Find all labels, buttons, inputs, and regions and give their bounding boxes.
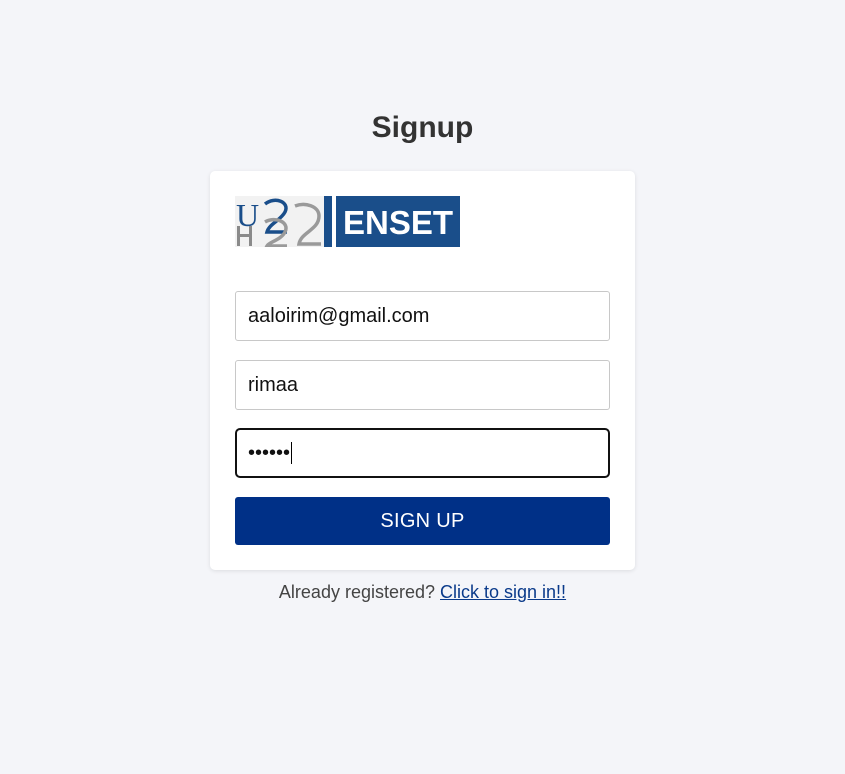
signup-page: Signup U ENSET aaloirim@gmail.com rimaa [0, 0, 845, 774]
signin-prompt: Already registered? Click to sign in!! [0, 582, 845, 603]
username-field[interactable]: rimaa [235, 360, 610, 410]
already-registered-text: Already registered? [278, 582, 441, 602]
signup-button[interactable]: SIGN UP [235, 497, 610, 545]
username-value: rimaa [248, 373, 299, 396]
password-field[interactable]: •••••• [235, 428, 610, 478]
page-title: Signup [371, 111, 474, 144]
email-value: aaloirim@gmail.com [248, 304, 430, 327]
logo-wordmark: ENSET [343, 204, 453, 241]
email-field[interactable]: aaloirim@gmail.com [235, 291, 610, 341]
password-mask: •••••• [248, 441, 291, 464]
text-cursor [291, 442, 293, 464]
signin-link[interactable]: Click to sign in!! [440, 582, 566, 602]
signup-card: U ENSET aaloirim@gmail.com rimaa •••••• … [210, 171, 635, 570]
enset-logo: U ENSET [235, 196, 460, 248]
